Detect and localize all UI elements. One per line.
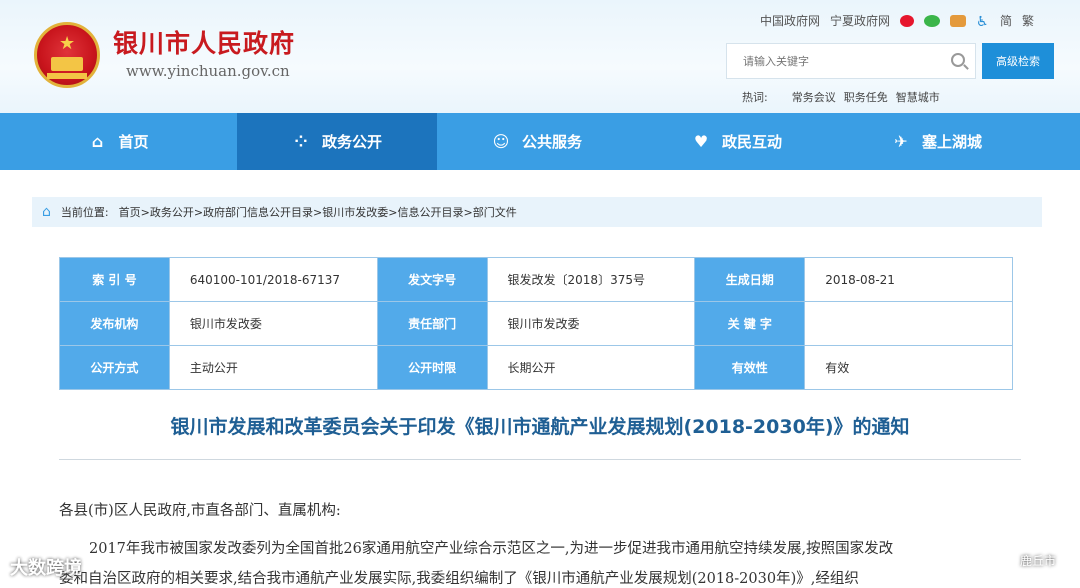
index-number-label: 索 引 号	[59, 257, 170, 302]
disclosure-period-value: 长期公开	[486, 345, 696, 390]
site-url: www.yinchuan.gov.cn	[126, 62, 290, 80]
breadcrumb-label: 当前位置:	[60, 206, 109, 219]
star-icon: ★	[59, 33, 76, 54]
index-number-value: 640100-101/2018-67137	[168, 257, 378, 302]
search-box	[726, 43, 976, 79]
link-ningxia-gov[interactable]: 宁夏政府网	[830, 12, 890, 29]
doc-number-label: 发文字号	[376, 257, 488, 302]
table-row: 公开方式 主动公开 公开时限 长期公开 有效性 有效	[59, 345, 1013, 390]
nav-item-label: 首页	[118, 133, 149, 151]
gate-shape	[51, 57, 83, 71]
nav-item-interaction[interactable]: ♥ 政民互动	[637, 113, 837, 170]
nav-item-home[interactable]: ⌂ 首页	[0, 113, 237, 170]
heart-hands-icon: ♥	[693, 131, 709, 151]
body-paragraph: 委和自治区政府的相关要求,结合我市通航产业发展实际,我委组织编制了《银川市通航产…	[59, 571, 859, 587]
department-label: 责任部门	[376, 301, 488, 346]
weibo-icon[interactable]	[899, 14, 914, 27]
nav-item-label: 公共服务	[521, 133, 582, 151]
salutation: 各县(市)区人民政府,市直各部门、直属机构:	[59, 503, 341, 519]
disclosure-period-label: 公开时限	[376, 345, 488, 390]
document-title: 银川市发展和改革委员会关于印发《银川市通航产业发展规划(2018-2030年)》…	[170, 416, 910, 438]
table-row: 发布机构 银川市发改委 责任部门 银川市发改委 关 键 字	[59, 301, 1013, 346]
table-row: 索 引 号 640100-101/2018-67137 发文字号 银发改发〔20…	[59, 257, 1013, 302]
site-title[interactable]: 银川市人民政府	[113, 24, 295, 60]
doc-number-value: 银发改发〔2018〕375号	[486, 257, 696, 302]
nav-item-label: 政务公开	[321, 133, 382, 151]
nav-item-lake-city[interactable]: ✈ 塞上湖城	[837, 113, 1037, 170]
hot-word-link[interactable]: 常务会议	[792, 89, 836, 105]
home-icon: ⌂	[91, 131, 104, 151]
body-paragraph: 2017年我市被国家发改委列为全国首批26家通用航空产业综合示范区之一,为进一步…	[89, 541, 894, 557]
dots-icon: ⁘	[294, 131, 308, 151]
nav-item-gov-affairs[interactable]: ⁘ 政务公开	[237, 113, 437, 170]
date-label: 生成日期	[694, 257, 806, 302]
document-info-table: 索 引 号 640100-101/2018-67137 发文字号 银发改发〔20…	[59, 257, 1013, 390]
disclosure-method-value: 主动公开	[168, 345, 378, 390]
keyword-label: 关 键 字	[694, 301, 806, 346]
hot-words: 热词: 常务会议 职务任免 智慧城市	[742, 89, 940, 105]
lang-simplified[interactable]: 简	[1000, 12, 1012, 29]
main-nav: ⌂ 首页 ⁘ 政务公开 ☺ 公共服务 ♥ 政民互动 ✈ 塞上湖城	[0, 113, 1080, 170]
emblem-base	[47, 73, 87, 79]
top-links: 中国政府网 宁夏政府网 ♿ 简 繁	[760, 12, 1034, 30]
search-input[interactable]	[727, 44, 937, 78]
department-value: 银川市发改委	[486, 301, 696, 346]
hot-words-label: 热词:	[742, 91, 768, 104]
accessibility-icon[interactable]: ♿	[976, 14, 990, 30]
home-icon[interactable]: ⌂	[42, 204, 51, 220]
site-header: ★ 银川市人民政府 www.yinchuan.gov.cn 中国政府网 宁夏政府…	[0, 0, 1080, 113]
mail-icon[interactable]	[949, 14, 966, 27]
plane-icon: ✈	[894, 131, 908, 151]
publisher-label: 发布机构	[59, 301, 170, 346]
breadcrumb-path[interactable]: 首页>政务公开>政府部门信息公开目录>银川市发改委>信息公开目录>部门文件	[119, 204, 517, 220]
advanced-search-button[interactable]: 高级检索	[982, 43, 1054, 79]
keyword-value	[804, 301, 1013, 346]
nav-item-public-service[interactable]: ☺ 公共服务	[437, 113, 637, 170]
link-china-gov[interactable]: 中国政府网	[760, 12, 820, 29]
watermark-left: 大数跨境	[10, 558, 82, 579]
wechat-icon[interactable]	[923, 14, 940, 27]
breadcrumb: ⌂ 当前位置: 首页>政务公开>政府部门信息公开目录>银川市发改委>信息公开目录…	[32, 197, 1042, 227]
hot-word-link[interactable]: 职务任免	[844, 89, 888, 105]
nav-item-label: 政民互动	[721, 133, 782, 151]
lang-traditional[interactable]: 繁	[1022, 12, 1034, 29]
user-icon: ☺	[492, 131, 510, 151]
disclosure-method-label: 公开方式	[59, 345, 170, 390]
validity-label: 有效性	[694, 345, 806, 390]
national-emblem-icon[interactable]: ★	[34, 22, 100, 88]
divider	[59, 459, 1021, 460]
date-value: 2018-08-21	[804, 257, 1013, 302]
hot-word-link[interactable]: 智慧城市	[896, 89, 940, 105]
nav-item-label: 塞上湖城	[921, 133, 982, 151]
validity-value: 有效	[804, 345, 1013, 390]
publisher-value: 银川市发改委	[168, 301, 378, 346]
watermark-right: 鹿丘市	[1020, 554, 1057, 568]
search-icon[interactable]	[951, 53, 965, 67]
